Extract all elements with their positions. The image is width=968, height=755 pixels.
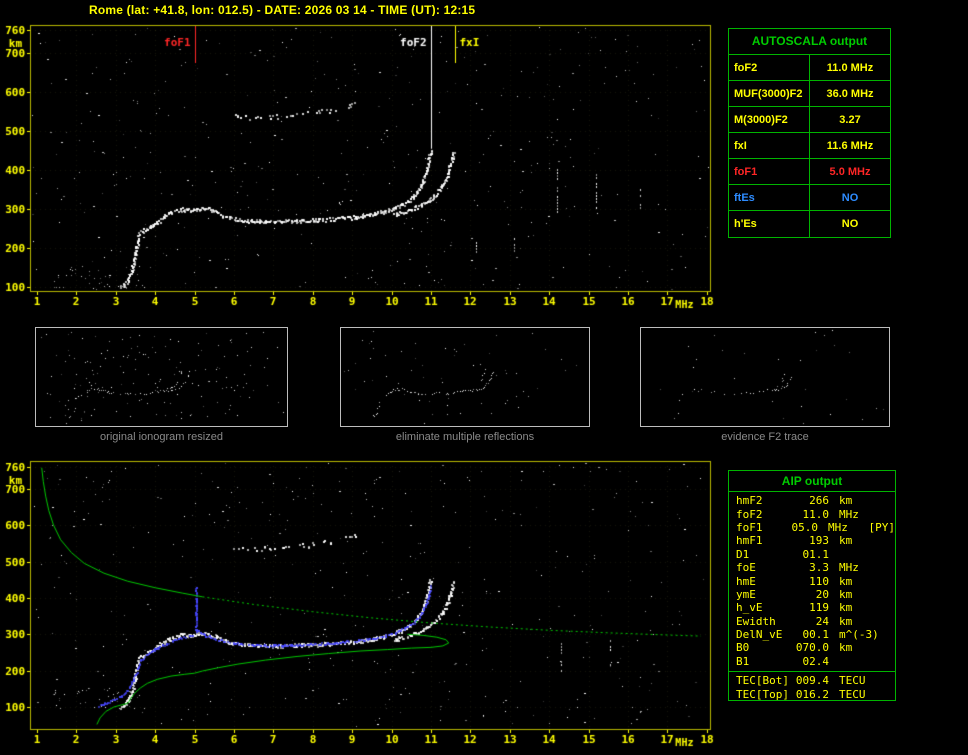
aip-row-TEC[Top]: TEC[Top] 016.2 TECU — [729, 687, 895, 701]
autoscala-row-MUF(3000)F2: MUF(3000)F2 36.0 MHz — [729, 81, 890, 107]
aip-row-B1: B1 02.4 — [729, 655, 895, 668]
aip-value: 24 — [815, 614, 829, 628]
autoscala-row-ftEs: ftEs NO — [729, 185, 890, 211]
aip-row-h_vE: h_vE 119 km — [729, 601, 895, 614]
autoscala-row-foF1: foF1 5.0 MHz — [729, 159, 890, 185]
autoscala-panel-header: AUTOSCALA output — [729, 29, 890, 55]
autoscala-param-value: NO — [841, 218, 859, 230]
aip-value: 11.0 — [802, 507, 830, 521]
aip-row-TEC[Bot]: TEC[Bot] 009.4 TECU — [729, 674, 895, 688]
autoscala-param-label: MUF(3000)F2 — [729, 81, 810, 106]
aip-label: B0 — [736, 641, 750, 655]
aip-label: TEC[Bot] — [736, 674, 789, 688]
scaled-ionogram-plot — [0, 16, 722, 316]
aip-row-hmF1: hmF1 193 km — [729, 534, 895, 547]
profile-ionogram-plot — [0, 455, 722, 755]
aip-panel-header: AIP output — [729, 471, 895, 492]
aip-label: h_vE — [736, 601, 763, 615]
aip-value: 009.4 — [795, 674, 829, 688]
aip-unit: km — [839, 534, 853, 548]
aip-unit: km — [839, 614, 853, 628]
aip-value: 016.2 — [795, 687, 829, 701]
thumbnail-caption-original: original ionogram resized — [100, 431, 223, 443]
aip-row-hmF2: hmF2 266 km — [729, 494, 895, 507]
aip-value: 110 — [809, 574, 829, 588]
aip-value: 20 — [815, 587, 829, 601]
aip-value: 119 — [809, 601, 829, 615]
aip-value: 05.0 — [791, 520, 818, 534]
aip-value: 070.0 — [795, 641, 829, 655]
autoscala-param-value: 5.0 MHz — [829, 165, 871, 178]
thumbnail-eliminate-reflections — [340, 327, 590, 427]
aip-rows: hmF2 266 km foF2 11.0 MHz foF1 05.0 MHz [PY] hmF1 1… — [729, 492, 895, 668]
aip-label: TEC[Top] — [736, 687, 789, 701]
aip-unit: km — [839, 641, 853, 655]
aip-row-D1: D1 01.1 — [729, 548, 895, 561]
aip-unit: km — [839, 574, 853, 588]
aip-label: foF1 — [736, 520, 763, 534]
aip-value: 00.1 — [802, 628, 830, 642]
aip-unit: km — [839, 587, 853, 601]
aip-unit: TECU — [839, 687, 866, 701]
aip-unit: m^(-3) — [839, 628, 879, 642]
aip-unit: km — [839, 601, 853, 615]
aip-label: hmF1 — [736, 534, 763, 548]
autoscala-param-value: NO — [841, 191, 859, 204]
autoscala-row-M(3000)F2: M(3000)F2 3.27 — [729, 107, 890, 133]
aip-row-B0: B0 070.0 km — [729, 641, 895, 654]
aip-unit: MHz — [839, 507, 859, 521]
autoscala-row-fxI: fxI 11.6 MHz — [729, 133, 890, 159]
aip-label: foE — [736, 561, 756, 575]
aip-row-foF2: foF2 11.0 MHz — [729, 507, 895, 521]
aip-label: D1 — [736, 547, 750, 561]
autoscala-output-screen: Rome (lat: +41.8, lon: 012.5) - DATE: 20… — [0, 0, 968, 755]
aip-row-foE: foE 3.3 MHz — [729, 561, 895, 574]
station-date-title: Rome (lat: +41.8, lon: 012.5) - DATE: 20… — [89, 3, 476, 17]
autoscala-rows: foF2 11.0 MHz MUF(3000)F2 36.0 MHz M(3000)F2… — [729, 55, 890, 237]
aip-unit: km — [839, 494, 853, 508]
aip-label: hmF2 — [736, 494, 763, 508]
autoscala-param-value: 11.6 MHz — [826, 139, 874, 152]
autoscala-param-value: 36.0 MHz — [826, 87, 874, 100]
thumbnail-caption-evidence: evidence F2 trace — [721, 431, 809, 443]
aip-unit: TECU — [839, 674, 866, 688]
aip-value: 266 — [809, 494, 829, 508]
aip-output-panel: AIP output hmF2 266 km foF2 11.0 MHz foF1 05.0 M… — [728, 470, 896, 701]
autoscala-param-label: h'Es — [729, 211, 810, 237]
aip-value: 01.1 — [802, 547, 830, 561]
autoscala-param-label: M(3000)F2 — [729, 107, 810, 132]
aip-label: hmE — [736, 574, 756, 588]
autoscala-param-label: foF2 — [729, 55, 810, 80]
aip-label: Ewidth — [736, 614, 776, 628]
aip-row-hmE: hmE 110 km — [729, 574, 895, 588]
aip-label: foF2 — [736, 507, 763, 521]
aip-unit: MHz — [839, 561, 859, 575]
autoscala-row-foF2: foF2 11.0 MHz — [729, 55, 890, 81]
aip-row-ymE: ymE 20 km — [729, 588, 895, 601]
aip-value: 3.3 — [809, 561, 829, 575]
autoscala-row-h'Es: h'Es NO — [729, 211, 890, 237]
autoscala-param-label: foF1 — [729, 159, 810, 184]
aip-label: ymE — [736, 587, 756, 601]
aip-row-Ewidth: Ewidth 24 km — [729, 615, 895, 628]
aip-tec-rows: TEC[Bot] 009.4 TECU TEC[Top] 016.2 TECU — [729, 671, 895, 701]
autoscala-output-panel: AUTOSCALA output foF2 11.0 MHz MUF(3000)F2… — [728, 28, 891, 238]
autoscala-param-value: 11.0 MHz — [826, 61, 874, 74]
aip-row-foF1: foF1 05.0 MHz [PY] — [729, 521, 895, 534]
aip-row-DelN_vE: DelN_vE 00.1 m^(-3) — [729, 628, 895, 641]
thumbnail-caption-eliminate: eliminate multiple reflections — [395, 431, 535, 443]
autoscala-param-value: 3.27 — [839, 113, 861, 126]
aip-label: B1 — [736, 654, 750, 668]
thumbnail-original-ionogram — [35, 327, 288, 427]
aip-label: DelN_vE — [736, 628, 783, 642]
aip-value: 02.4 — [802, 654, 830, 668]
aip-unit: MHz — [827, 520, 848, 534]
autoscala-param-label: ftEs — [729, 185, 810, 210]
autoscala-param-label: fxI — [729, 133, 810, 158]
aip-extra: [PY] — [868, 520, 896, 534]
aip-value: 193 — [809, 534, 829, 548]
thumbnail-evidence-f2-trace — [640, 327, 890, 427]
